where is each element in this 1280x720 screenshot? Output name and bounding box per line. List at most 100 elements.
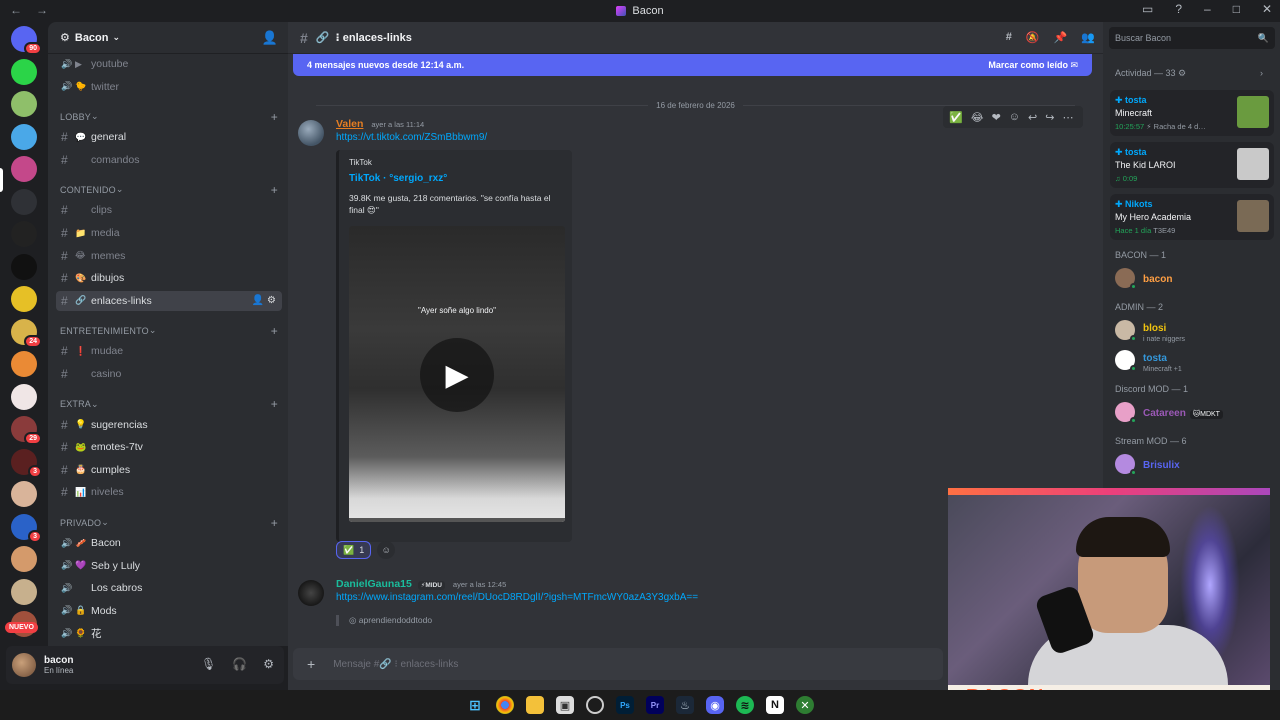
channel-category[interactable]: PRIVADO ⌄ + [60, 516, 278, 530]
author-name[interactable]: Valen [336, 118, 363, 130]
minimize-button[interactable]: – [1204, 2, 1211, 16]
app-icon-5[interactable] [586, 696, 604, 714]
app-icon-4[interactable]: ▣ [556, 696, 574, 714]
forward-arrow-icon[interactable]: → [36, 3, 48, 17]
server-icon[interactable]: 3 [11, 513, 42, 543]
pin-icon[interactable]: 📌 [1054, 31, 1068, 44]
member-item[interactable]: bacon [1115, 266, 1277, 290]
member-item[interactable]: tosta Minecraft +1 [1115, 348, 1277, 373]
channel-item[interactable]: # ❗ mudae [56, 341, 282, 361]
channel-category[interactable]: LOBBY ⌄ + [60, 110, 278, 124]
create-channel-icon[interactable]: + [271, 397, 278, 411]
discord-icon[interactable]: ◉ [706, 696, 724, 714]
channel-item[interactable]: # 🎂 cumples [56, 460, 282, 480]
create-channel-icon[interactable]: + [271, 324, 278, 338]
embed-video[interactable]: "Ayer soñe algo lindo" ▶ [349, 226, 565, 522]
message-author[interactable]: DanielGauna15 ⚡MIDU ayer a las 12:45 [336, 578, 506, 590]
channel-item[interactable]: 🔊 🌻 花 [56, 623, 282, 643]
message-avatar[interactable] [298, 580, 324, 606]
activity-card[interactable]: ✚ tosta The Kid LAROI ♫ 0:09 [1110, 142, 1274, 188]
chevron-right-icon[interactable]: › [1260, 68, 1263, 78]
channel-item[interactable]: 🔊 🐤 twitter [56, 77, 282, 97]
spotify-icon[interactable]: ≋ [736, 696, 754, 714]
search-input[interactable]: Buscar Bacon 🔍 [1109, 27, 1275, 49]
invite-icon[interactable]: 👤 [262, 30, 278, 46]
app-icon-12[interactable]: ✕ [796, 696, 814, 714]
attach-plus-icon[interactable]: + [307, 656, 315, 672]
channel-category[interactable]: CONTENIDO ⌄ + [60, 183, 278, 197]
server-icon[interactable] [11, 481, 37, 507]
message-author[interactable]: Valen ayer a las 11:14 [336, 118, 424, 130]
message-link[interactable]: https://vt.tiktok.com/ZSmBbbwm9/ [336, 132, 487, 143]
create-channel-icon[interactable]: + [271, 110, 278, 124]
message-avatar[interactable] [298, 120, 324, 146]
channel-category[interactable]: EXTRA ⌄ + [60, 397, 278, 411]
add-reaction-button[interactable]: ☺ [377, 541, 396, 559]
microphone-icon[interactable]: 🎙 [201, 657, 216, 671]
server-icon[interactable] [11, 123, 37, 150]
activity-card[interactable]: ✚ Nikots My Hero Academia Hace 1 día T3E49 [1110, 194, 1274, 240]
server-icon[interactable] [11, 578, 37, 605]
user-avatar[interactable] [12, 653, 36, 677]
channel-item[interactable]: 🔊 💜 Seb y Luly [56, 556, 282, 576]
close-button[interactable]: ✕ [1262, 2, 1272, 16]
server-icon[interactable]: 3 [11, 448, 42, 478]
message-composer[interactable]: + Mensaje #🔗 ⁝ enlaces-links [293, 648, 943, 680]
add-reaction-icon[interactable]: ☺ [1009, 111, 1020, 123]
member-list-icon[interactable]: 👥 [1081, 31, 1095, 44]
create-channel-icon[interactable]: + [271, 516, 278, 530]
forward-icon[interactable]: ↪ [1045, 111, 1054, 124]
channel-item[interactable]: 🔊 🔒 Mods [56, 601, 282, 621]
photoshop-icon[interactable]: Ps [616, 696, 634, 714]
channel-item[interactable]: 🔊 Los cabros [56, 578, 282, 598]
mark-as-read-button[interactable]: Marcar como leído ✉ [988, 60, 1078, 71]
server-icon[interactable]: 29 [11, 416, 42, 445]
member-item[interactable]: Brisulix [1115, 452, 1277, 476]
server-icon[interactable] [11, 58, 37, 85]
headphones-icon[interactable]: 🎧 [232, 657, 247, 671]
server-icon[interactable] [11, 221, 37, 247]
channel-item[interactable]: # casino [56, 364, 282, 384]
server-icon[interactable] [11, 188, 37, 215]
channel-settings-icon[interactable]: 👤 ⚙ [252, 295, 276, 306]
message-link[interactable]: https://www.instagram.com/reel/DUocD8RDg… [336, 592, 698, 603]
server-icon[interactable] [11, 253, 37, 280]
channel-item[interactable]: # 🎨 dibujos [56, 268, 282, 288]
channel-item[interactable]: # 🔗 enlaces-links 👤 ⚙ [56, 290, 282, 311]
maximize-button[interactable]: □ [1233, 2, 1240, 16]
member-item[interactable]: blosi i nate niggers [1115, 318, 1277, 343]
member-item[interactable]: Catareen 🐱MDKT [1115, 400, 1277, 424]
activity-card[interactable]: ✚ tosta Minecraft 10:25:57 ⚡ Racha de 4 d… [1110, 90, 1274, 136]
notion-icon[interactable]: N [766, 696, 784, 714]
play-icon[interactable]: ▶ [420, 338, 494, 412]
server-header[interactable]: ⚙ Bacon ⌄ 👤 [48, 22, 288, 54]
author-name[interactable]: DanielGauna15 [336, 578, 412, 590]
channel-item[interactable]: 🔊 🥓 Bacon [56, 533, 282, 553]
embed-title[interactable]: TikTok · °sergio_rxz° [349, 173, 447, 184]
server-icon[interactable] [11, 156, 37, 182]
help-icon[interactable]: ? [1175, 2, 1182, 16]
server-icon[interactable]: 24 [11, 318, 42, 348]
threads-icon[interactable]: # [1006, 31, 1012, 44]
channel-item[interactable]: # clips [56, 200, 282, 220]
channel-item[interactable]: # comandos [56, 150, 282, 170]
channel-item[interactable]: # 💡 sugerencias [56, 415, 282, 435]
server-icon[interactable] [11, 91, 37, 117]
premiere-icon[interactable]: Pr [646, 696, 664, 714]
start-icon[interactable]: ⊞ [466, 696, 484, 714]
more-options-icon[interactable]: ⋯ [1062, 111, 1073, 124]
settings-gear-icon[interactable]: ⚙ [263, 657, 274, 671]
channel-item[interactable]: # 📊 niveles [56, 482, 282, 502]
server-icon[interactable] [11, 351, 37, 377]
file-explorer-icon[interactable] [526, 696, 544, 714]
chrome-icon[interactable] [496, 696, 514, 714]
server-icon[interactable] [11, 286, 37, 312]
server-icon[interactable] [11, 383, 37, 410]
server-icon[interactable]: 90 [11, 26, 42, 55]
inbox-icon[interactable]: ▭ [1142, 2, 1153, 16]
reply-icon[interactable]: ↩ [1028, 111, 1037, 124]
server-icon[interactable] [11, 546, 37, 572]
channel-category[interactable]: ENTRETENIMIENTO ⌄ + [60, 324, 278, 338]
back-arrow-icon[interactable]: ← [10, 3, 22, 17]
channel-item[interactable]: # 🐸 emotes-7tv [56, 437, 282, 457]
